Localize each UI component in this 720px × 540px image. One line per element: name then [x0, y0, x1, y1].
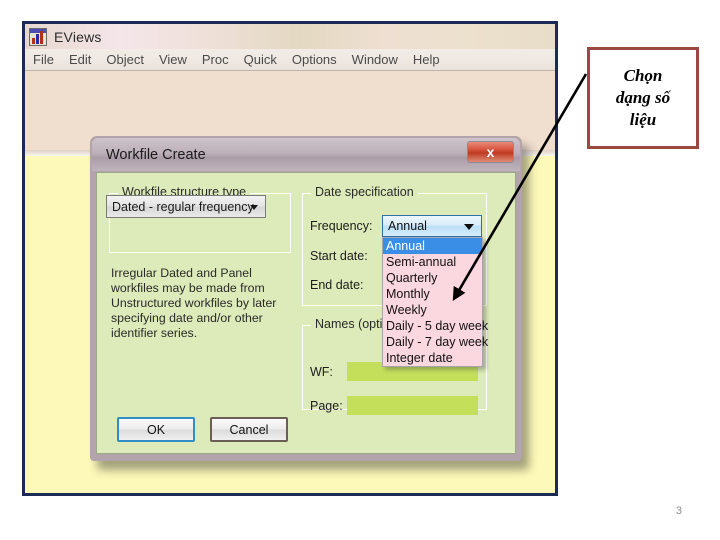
start-date-label: Start date:: [310, 249, 368, 263]
ok-button[interactable]: OK: [117, 417, 195, 442]
frequency-combobox[interactable]: Annual: [382, 215, 482, 237]
dropdown-option-integer-date[interactable]: Integer date: [383, 350, 482, 366]
dropdown-option-annual[interactable]: Annual: [383, 238, 482, 254]
page-label: Page:: [310, 399, 343, 413]
dropdown-option-daily-5-day-week[interactable]: Daily - 5 day week: [383, 318, 488, 334]
workfile-structure-note: Irregular Dated and Panel workfiles may …: [111, 266, 277, 340]
frequency-dropdown-list[interactable]: Annual Semi-annual Quarterly Monthly Wee…: [382, 237, 488, 367]
menu-item-options[interactable]: Options: [292, 52, 337, 67]
window-title-bar: EViews: [25, 24, 555, 49]
workfile-structure-type-combobox[interactable]: Dated - regular frequency: [106, 195, 266, 218]
dropdown-option-semi-annual[interactable]: Semi-annual: [383, 254, 482, 270]
menu-item-object[interactable]: Object: [106, 52, 144, 67]
workfile-structure-type-value: Dated - regular frequency: [112, 199, 254, 214]
annotation-line-1: Chọn: [623, 66, 663, 85]
dialog-title: Workfile Create: [106, 146, 206, 163]
dropdown-option-daily-7-day-week[interactable]: Daily - 7 day week: [383, 334, 488, 350]
menu-bar: File Edit Object View Proc Quick Options…: [25, 49, 555, 71]
dropdown-option-monthly[interactable]: Monthly: [383, 286, 482, 302]
close-icon[interactable]: x: [467, 141, 514, 163]
wf-label: WF:: [310, 365, 333, 379]
slide-page-number: 3: [675, 505, 682, 517]
chevron-down-icon: [250, 205, 258, 210]
chevron-down-icon: [464, 224, 474, 230]
menu-item-file[interactable]: File: [33, 52, 54, 67]
annotation-callout-box: Chọn dạng số liệu: [587, 47, 699, 149]
menu-item-help[interactable]: Help: [413, 52, 440, 67]
date-specification-legend: Date specification: [311, 185, 418, 199]
menu-item-window[interactable]: Window: [352, 52, 398, 67]
dialog-title-bar: Workfile Create x: [92, 138, 520, 171]
annotation-line-2: dạng số: [615, 88, 671, 107]
menu-item-proc[interactable]: Proc: [202, 52, 229, 67]
dropdown-option-quarterly[interactable]: Quarterly: [383, 270, 482, 286]
end-date-label: End date:: [310, 278, 364, 292]
eviews-app-icon: [29, 27, 47, 46]
menu-item-quick[interactable]: Quick: [244, 52, 277, 67]
menu-item-edit[interactable]: Edit: [69, 52, 91, 67]
menu-item-view[interactable]: View: [159, 52, 187, 67]
annotation-line-3: liệu: [629, 110, 657, 129]
eviews-application-window: EViews File Edit Object View Proc Quick …: [22, 21, 558, 496]
frequency-label: Frequency:: [310, 219, 373, 233]
dialog-body: Workfile structure type Dated - regular …: [96, 172, 516, 454]
cancel-button[interactable]: Cancel: [210, 417, 288, 442]
app-title: EViews: [54, 28, 102, 45]
page-name-input[interactable]: [347, 396, 478, 415]
dropdown-option-weekly[interactable]: Weekly: [383, 302, 482, 318]
frequency-selected-value: Annual: [388, 219, 427, 233]
workfile-create-dialog: Workfile Create x Workfile structure typ…: [90, 136, 522, 461]
